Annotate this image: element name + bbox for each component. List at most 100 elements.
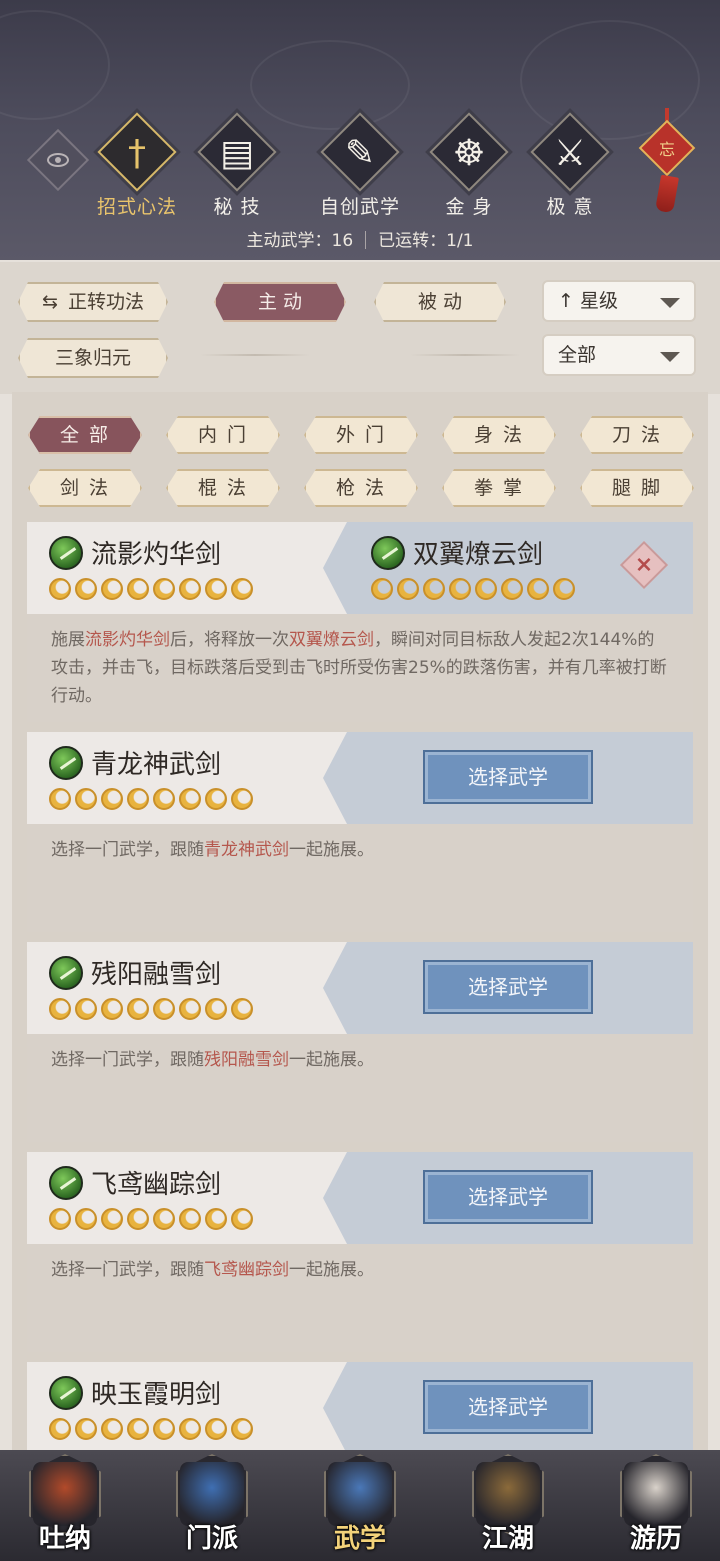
- divider: [200, 354, 310, 356]
- skill-stats: 主动武学：16 已运转：1/1: [246, 231, 474, 251]
- category-filter[interactable]: 剑 法: [28, 469, 142, 507]
- moon-star-icon: [101, 1418, 123, 1440]
- knot-icon: 忘: [658, 140, 676, 159]
- category-filter[interactable]: 棍 法: [166, 469, 280, 507]
- moon-star-icon: [153, 788, 175, 810]
- moon-star-icon: [49, 1208, 71, 1230]
- skill-combo-card: 残阳融雪剑 选择武学选择一门武学，跟随残阳融雪剑一起施展。: [27, 942, 693, 1142]
- category-filter[interactable]: 内 门: [166, 416, 280, 454]
- sword-skill-icon: [371, 536, 405, 570]
- martial-stance-icon: ⚔: [553, 133, 587, 174]
- moon-star-icon: [179, 788, 201, 810]
- skill-combo-card: 流影灼华剑 双翼燎云剑 × 施展流影灼华剑后，将释放一次双翼燎云剑，瞬间对同目标敌人发…: [27, 522, 693, 722]
- moon-star-icon: [179, 1418, 201, 1440]
- moon-star-icon: [231, 998, 253, 1020]
- sword-skill-icon: [49, 536, 83, 570]
- cloud-decoration: [0, 10, 110, 120]
- tab-1[interactable]: † 招式心法: [82, 112, 192, 224]
- moon-star-icon: [397, 578, 419, 600]
- nav-3[interactable]: 武学: [310, 1450, 410, 1561]
- category-filter[interactable]: 腿 脚: [580, 469, 694, 507]
- sword-skill-icon: [49, 956, 83, 990]
- star-rating: [49, 998, 257, 1020]
- horse-icon: [624, 1462, 688, 1526]
- switch-method-button[interactable]: ⇆ 正转功法: [18, 282, 168, 322]
- sort-dropdown[interactable]: ↑ 星级: [542, 280, 696, 322]
- select-skill-button[interactable]: 选择武学: [423, 960, 593, 1014]
- moon-star-icon: [49, 1418, 71, 1440]
- sword-skill-icon: [49, 1376, 83, 1410]
- category-filter[interactable]: 拳 掌: [442, 469, 556, 507]
- tab-4[interactable]: ☸ 金 身: [414, 112, 524, 224]
- view-toggle-button[interactable]: [26, 128, 90, 192]
- select-skill-button[interactable]: 选择武学: [423, 1380, 593, 1434]
- skill-name: 残阳融雪剑: [91, 960, 222, 990]
- tassel-icon: [655, 174, 679, 214]
- moon-star-icon: [423, 578, 445, 600]
- tab-2[interactable]: ▤ 秘 技: [182, 112, 292, 224]
- moon-star-icon: [127, 1208, 149, 1230]
- skill-name: 双翼燎云剑: [413, 540, 544, 570]
- moon-star-icon: [101, 1208, 123, 1230]
- chevron-down-icon: [660, 298, 680, 308]
- moon-star-icon: [127, 788, 149, 810]
- cloud-decoration: [250, 40, 410, 130]
- moon-star-icon: [553, 578, 575, 600]
- tab-5[interactable]: ⚔ 极 意: [515, 112, 625, 224]
- skill-description: 选择一门武学，跟随残阳融雪剑一起施展。: [51, 1050, 374, 1070]
- chinese-knot-button[interactable]: 忘: [638, 108, 696, 214]
- scope-dropdown[interactable]: 全部: [542, 334, 696, 376]
- moon-star-icon: [153, 1418, 175, 1440]
- category-filter[interactable]: 枪 法: [304, 469, 418, 507]
- sanxiang-button[interactable]: 三象归元: [18, 338, 168, 378]
- moon-star-icon: [527, 578, 549, 600]
- eye-icon: [47, 153, 69, 167]
- category-filter[interactable]: 外 门: [304, 416, 418, 454]
- moon-star-icon: [101, 788, 123, 810]
- moon-star-icon: [231, 578, 253, 600]
- nav-2[interactable]: 门派: [162, 1450, 262, 1561]
- filter-panel: ⇆ 正转功法 主 动 被 动 三象归元 ↑ 星级 全部: [0, 262, 720, 394]
- skill-description: 施展流影灼华剑后，将释放一次双翼燎云剑，瞬间对同目标敌人发起2次144%的攻击，…: [51, 630, 667, 706]
- moon-star-icon: [205, 578, 227, 600]
- moon-star-icon: [101, 578, 123, 600]
- moon-star-icon: [205, 1208, 227, 1230]
- book-icon: ▤: [219, 133, 254, 174]
- skill-combo-card: 青龙神武剑 选择武学 选择一门武学，跟随青龙神武剑一起施展。: [27, 732, 693, 932]
- category-filter[interactable]: 全 部: [28, 416, 142, 454]
- tab-3[interactable]: ✎ 自创武学: [305, 112, 415, 224]
- select-skill-button[interactable]: 选择武学: [423, 750, 593, 804]
- chevron-down-icon: [660, 352, 680, 362]
- tab-label: 极 意: [546, 196, 594, 218]
- skill-combo-card: 映玉霞明剑 选择武学: [27, 1362, 693, 1450]
- moon-star-icon: [153, 998, 175, 1020]
- moon-star-icon: [231, 1418, 253, 1440]
- nav-label: 江湖: [481, 1524, 534, 1554]
- nav-4[interactable]: 江湖: [458, 1450, 558, 1561]
- nav-label: 武学: [333, 1524, 386, 1554]
- category-filter[interactable]: 刀 法: [580, 416, 694, 454]
- category-filter[interactable]: 身 法: [442, 416, 556, 454]
- moon-star-icon: [127, 578, 149, 600]
- skill-name: 飞鸢幽踪剑: [91, 1170, 222, 1200]
- moon-star-icon: [49, 578, 71, 600]
- moon-star-icon: [205, 788, 227, 810]
- monk-icon: [33, 1462, 97, 1526]
- passive-skills-tab[interactable]: 被 动: [374, 282, 506, 322]
- select-skill-button[interactable]: 选择武学: [423, 1170, 593, 1224]
- moon-star-icon: [75, 1208, 97, 1230]
- moon-star-icon: [205, 1418, 227, 1440]
- sword-skill-icon: [49, 1166, 83, 1200]
- moon-star-icon: [75, 1418, 97, 1440]
- tab-label: 金 身: [445, 196, 493, 218]
- moon-star-icon: [179, 1208, 201, 1230]
- divider: [410, 354, 520, 356]
- tab-label: 自创武学: [319, 196, 400, 218]
- nav-label: 游历: [629, 1524, 682, 1554]
- moon-star-icon: [371, 578, 393, 600]
- active-skills-tab[interactable]: 主 动: [214, 282, 346, 322]
- sword-skill-icon: [49, 746, 83, 780]
- nav-5[interactable]: 游历: [606, 1450, 706, 1561]
- skill-description: 选择一门武学，跟随青龙神武剑一起施展。: [51, 840, 374, 860]
- nav-1[interactable]: 吐纳: [15, 1450, 115, 1561]
